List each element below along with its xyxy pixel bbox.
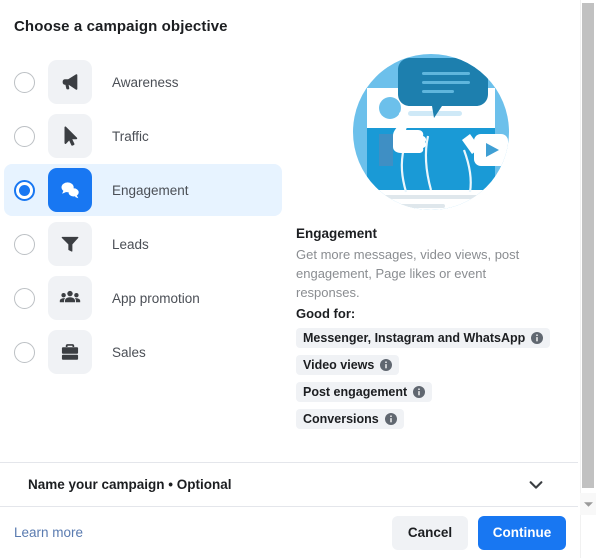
- good-for-label: Good for:: [296, 306, 356, 321]
- objective-row-sales[interactable]: Sales: [4, 326, 282, 378]
- cursor-icon: [48, 114, 92, 158]
- radio-sales[interactable]: [14, 341, 35, 363]
- scrollbar-thumb[interactable]: [582, 3, 594, 488]
- engagement-illustration: [353, 54, 509, 210]
- cancel-button[interactable]: Cancel: [392, 515, 468, 550]
- objective-label: Sales: [112, 344, 146, 360]
- chip-conversions[interactable]: Conversions: [296, 409, 404, 429]
- chip-label: Video views: [303, 358, 375, 372]
- objective-row-traffic[interactable]: Traffic: [4, 110, 282, 162]
- name-campaign-label: Name your campaign • Optional: [28, 477, 232, 492]
- megaphone-icon: [48, 60, 92, 104]
- continue-button[interactable]: Continue: [478, 515, 566, 550]
- dialog-footer: Learn more Cancel Continue: [0, 507, 578, 558]
- scroll-down-arrow-icon: [583, 501, 593, 507]
- name-campaign-accordion[interactable]: Name your campaign • Optional: [0, 463, 578, 506]
- info-icon[interactable]: [380, 359, 393, 371]
- info-icon[interactable]: [531, 332, 544, 344]
- chip-label: Conversions: [303, 412, 379, 426]
- campaign-objective-dialog: Choose a campaign objective Awareness Tr…: [0, 0, 596, 558]
- people-icon: [48, 276, 92, 320]
- detail-description: Get more messages, video views, post eng…: [296, 247, 520, 300]
- radio-traffic[interactable]: [14, 125, 35, 147]
- radio-awareness[interactable]: [14, 71, 35, 93]
- chevron-down-icon[interactable]: [528, 477, 544, 493]
- detail-title: Engagement: [296, 226, 378, 241]
- objective-row-awareness[interactable]: Awareness: [4, 56, 282, 108]
- radio-leads[interactable]: [14, 233, 35, 255]
- chat-bubbles-icon: [48, 168, 92, 212]
- illustration-wrapper: [296, 40, 566, 214]
- chip-label: Post engagement: [303, 385, 408, 399]
- objective-row-engagement[interactable]: Engagement: [4, 164, 282, 216]
- chip-messenger-instagram-whatsapp[interactable]: Messenger, Instagram and WhatsApp: [296, 328, 551, 348]
- chip-video-views[interactable]: Video views: [296, 355, 400, 375]
- objective-detail-panel: Engagement Get more messages, video view…: [296, 40, 566, 436]
- objective-row-leads[interactable]: Leads: [4, 218, 282, 270]
- vertical-scrollbar[interactable]: [580, 0, 596, 558]
- good-for-chip-list: Messenger, Instagram and WhatsApp Video …: [296, 328, 566, 436]
- objective-list: Awareness Traffic Engagement Leads App p…: [0, 54, 290, 380]
- objective-label: Traffic: [112, 128, 149, 144]
- learn-more-link[interactable]: Learn more: [14, 525, 83, 540]
- page-title: Choose a campaign objective: [14, 18, 228, 35]
- objective-label: Engagement: [112, 182, 189, 198]
- info-icon[interactable]: [413, 386, 426, 398]
- funnel-icon: [48, 222, 92, 266]
- footer-buttons: Cancel Continue: [392, 515, 566, 550]
- info-icon[interactable]: [384, 413, 397, 425]
- objective-label: Leads: [112, 236, 149, 252]
- radio-app-promotion[interactable]: [14, 287, 35, 309]
- objective-label: App promotion: [112, 290, 200, 306]
- objective-label: Awareness: [112, 74, 179, 90]
- chip-post-engagement[interactable]: Post engagement: [296, 382, 433, 402]
- chip-label: Messenger, Instagram and WhatsApp: [303, 331, 526, 345]
- objective-row-app-promotion[interactable]: App promotion: [4, 272, 282, 324]
- radio-engagement[interactable]: [14, 179, 35, 201]
- briefcase-icon: [48, 330, 92, 374]
- scroll-down-button[interactable]: [580, 493, 596, 515]
